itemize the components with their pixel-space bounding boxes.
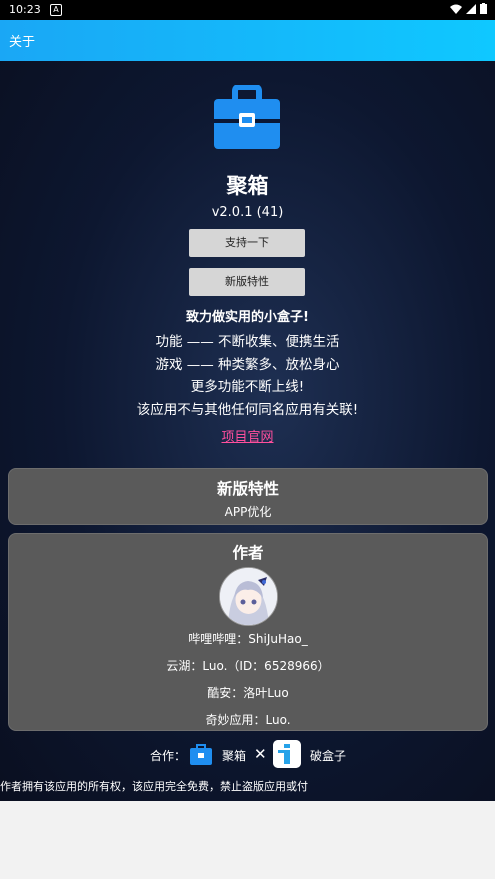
status-bar: 10:23 A <box>0 0 495 20</box>
feature-line-more: 更多功能不断上线! <box>190 379 305 395</box>
partner-pohezi: 破盒子 <box>310 749 347 763</box>
partner-juxiang: 聚箱 <box>222 749 247 763</box>
new-features-card: 新版特性 APP优化 <box>8 468 488 525</box>
cooperation-label: 合作： <box>150 749 187 763</box>
toolbox-logo-icon <box>214 85 280 149</box>
cross-icon: ✕ <box>254 745 267 763</box>
author-yunhu: 云湖：Luo.（ID：6528966） <box>166 659 330 673</box>
feature-line-games: 游戏 —— 种类繁多、放松身心 <box>155 357 340 373</box>
app-name: 聚箱 <box>226 174 269 198</box>
app-version: v2.0.1 (41) <box>211 205 284 220</box>
juxiang-logo-icon <box>190 744 212 765</box>
status-icons <box>450 3 487 14</box>
app-bar: 关于 <box>0 20 495 61</box>
battery-icon <box>480 3 487 14</box>
wifi-icon <box>450 4 462 14</box>
pohezi-logo-icon <box>273 740 301 768</box>
status-time: 10:23 <box>9 3 41 16</box>
anime-avatar-icon <box>220 568 277 625</box>
support-button[interactable]: 支持一下 <box>189 229 305 257</box>
new-features-title: 新版特性 <box>216 480 279 498</box>
author-bilibili: 哔哩哔哩：ShiJuHao_ <box>188 632 308 646</box>
author-title: 作者 <box>232 544 264 562</box>
notification-icon: A <box>50 4 62 16</box>
project-website-link[interactable]: 项目官网 <box>0 426 495 445</box>
page-title: 关于 <box>9 35 36 50</box>
new-features-button[interactable]: 新版特性 <box>189 268 305 296</box>
copyright-notice: 作者拥有该应用的所有权，该应用完全免费，禁止盗版应用或付 <box>0 780 308 793</box>
new-features-body: APP优化 <box>224 505 272 519</box>
author-card: 作者 哔哩哔哩：ShiJuHao_ 云湖：Luo.（ID：6528966） 酷安… <box>8 533 488 731</box>
author-qimiao: 奇妙应用：Luo. <box>205 713 291 727</box>
signal-icon <box>466 3 476 14</box>
feature-line-function: 功能 —— 不断收集、便携生活 <box>155 334 340 350</box>
bottom-area <box>0 801 495 879</box>
disclaimer-line: 该应用不与其他任何同名应用有关联! <box>136 402 359 418</box>
cooperation-row: 合作： 聚箱 ✕ 破盒子 <box>0 740 495 768</box>
author-avatar[interactable] <box>219 567 278 626</box>
app-slogan: 致力做实用的小盒子! <box>186 310 309 325</box>
author-coolapk: 酷安：洛叶Luo <box>207 686 289 700</box>
